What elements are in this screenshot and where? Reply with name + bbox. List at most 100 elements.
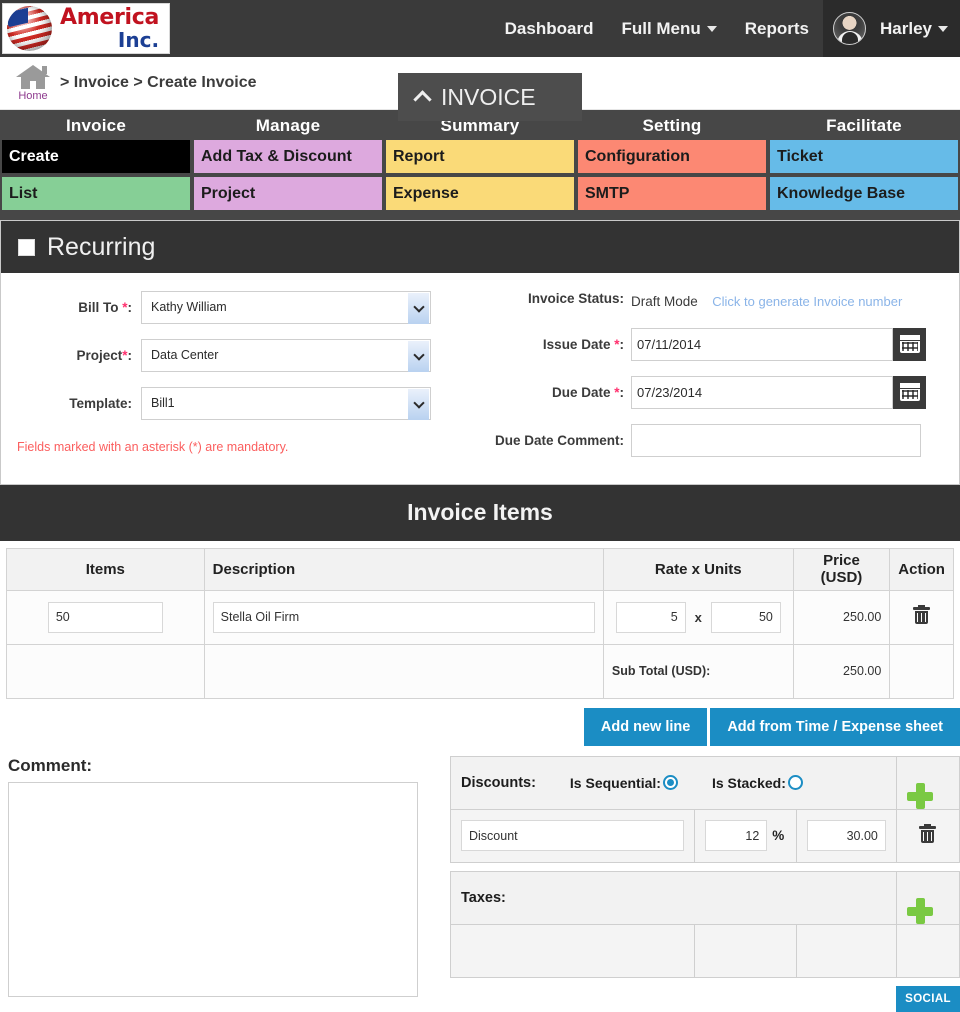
nav-reports[interactable]: Reports [731, 0, 823, 57]
tax-name-cell [451, 924, 695, 977]
discounts-table: Discounts: Is Sequential: Is Stacked: [450, 756, 960, 863]
home-link[interactable]: Home [12, 65, 54, 102]
delete-discount-icon[interactable] [920, 826, 935, 843]
recurring-checkbox[interactable] [18, 239, 35, 256]
nav-item-configuration[interactable]: Configuration [578, 140, 766, 173]
comment-textarea[interactable] [8, 782, 418, 997]
col-items: Items [7, 548, 205, 590]
add-tax-cell [896, 871, 959, 924]
invoice-section-tab[interactable]: INVOICE [398, 73, 582, 121]
chevron-down-icon [707, 26, 717, 32]
nav-item-expense[interactable]: Expense [386, 177, 574, 210]
cell-description: Stella Oil Firm [204, 590, 603, 644]
social-badge[interactable]: SOCIAL [896, 986, 960, 1012]
subtotal-value: 250.00 [793, 644, 890, 698]
due-date-label-text: Due Date [552, 385, 611, 400]
discount-amount-input[interactable]: 30.00 [807, 820, 886, 851]
invoice-status-value: Draft Mode [631, 294, 698, 309]
invoice-items-table-wrap: Items Description Rate x Units Price (US… [0, 541, 960, 699]
is-stacked-label: Is Stacked: [712, 775, 786, 791]
bill-to-label-text: Bill To [78, 300, 118, 315]
issue-date-field: 07/11/2014 [631, 328, 926, 361]
invoice-status-label: Invoice Status: [461, 291, 631, 306]
user-menu[interactable]: Harley [823, 0, 960, 57]
nav-item-project[interactable]: Project [194, 177, 382, 210]
discount-percent-input[interactable]: 12 [705, 820, 767, 851]
nav-full-menu[interactable]: Full Menu [607, 0, 730, 57]
cell-item: 50 [7, 590, 205, 644]
item-rate-input[interactable]: 5 [616, 602, 686, 633]
issue-date-input[interactable]: 07/11/2014 [631, 328, 893, 361]
nav-group-invoice: Invoice [0, 116, 192, 136]
discount-amount-cell: 30.00 [797, 809, 897, 862]
add-discount-cell [896, 756, 959, 809]
add-new-line-button[interactable]: Add new line [584, 708, 707, 746]
discount-name-input[interactable]: Discount [461, 820, 684, 851]
bill-to-label: Bill To *: [1, 300, 141, 315]
form-left-column: Bill To *: Kathy William Project*: Data … [1, 291, 461, 472]
due-date-calendar-button[interactable] [893, 376, 926, 409]
col-price: Price (USD) [793, 548, 890, 590]
brand-text: America Inc. [60, 7, 159, 50]
due-date-input[interactable]: 07/23/2014 [631, 376, 893, 409]
generate-invoice-number-link[interactable]: Click to generate Invoice number [712, 294, 902, 309]
invoice-items-title: Invoice Items [0, 485, 960, 541]
breadcrumb: Home > Invoice > Create Invoice INVOICE [0, 57, 960, 110]
chevron-down-icon[interactable] [408, 293, 429, 324]
breadcrumb-path: > Invoice > Create Invoice [60, 74, 257, 92]
subtotal-spacer-2 [204, 644, 603, 698]
nav-item-add-tax-discount[interactable]: Add Tax & Discount [194, 140, 382, 173]
is-stacked-option[interactable]: Is Stacked: [712, 775, 803, 791]
calendar-icon [900, 335, 920, 353]
item-units-input[interactable]: 50 [711, 602, 781, 633]
nav-item-smtp[interactable]: SMTP [578, 177, 766, 210]
home-label: Home [12, 90, 54, 102]
nav-item-report[interactable]: Report [386, 140, 574, 173]
project-select[interactable]: Data Center [141, 339, 431, 372]
chevron-down-icon[interactable] [408, 389, 429, 420]
calendar-icon [900, 383, 920, 401]
item-description-input[interactable]: Stella Oil Firm [213, 602, 595, 633]
required-asterisk: * [122, 348, 127, 363]
discount-percent-cell: 12 % [695, 809, 797, 862]
delete-item-icon[interactable] [914, 607, 929, 624]
item-quantity-input[interactable]: 50 [48, 602, 163, 633]
due-date-label: Due Date *: [461, 385, 631, 400]
add-from-time-expense-sheet-button[interactable]: Add from Time / Expense sheet [710, 708, 960, 746]
nav-item-ticket[interactable]: Ticket [770, 140, 958, 173]
taxes-title: Taxes: [461, 890, 506, 906]
bill-to-select[interactable]: Kathy William [141, 291, 431, 324]
invoice-form-body: Bill To *: Kathy William Project*: Data … [1, 273, 959, 484]
is-stacked-radio[interactable] [788, 775, 803, 790]
issue-date-calendar-button[interactable] [893, 328, 926, 361]
chevron-up-icon [413, 90, 431, 108]
nav-dashboard[interactable]: Dashboard [491, 0, 608, 57]
template-row: Template: Bill1 [1, 387, 461, 420]
top-navigation: Dashboard Full Menu Reports Harley [491, 0, 960, 57]
invoice-form-panel: Recurring Bill To *: Kathy William Proje… [0, 220, 960, 485]
chevron-down-icon[interactable] [408, 341, 429, 372]
taxes-header-row: Taxes: [451, 871, 960, 924]
is-sequential-radio[interactable] [663, 775, 678, 790]
taxes-header-cell: Taxes: [451, 871, 897, 924]
nav-item-knowledge-base[interactable]: Knowledge Base [770, 177, 958, 210]
is-sequential-option[interactable]: Is Sequential: [570, 775, 678, 791]
items-action-buttons: Add new line Add from Time / Expense she… [0, 699, 960, 746]
invoice-status-content: Draft Mode Click to generate Invoice num… [631, 291, 902, 313]
template-select[interactable]: Bill1 [141, 387, 431, 420]
due-date-row: Due Date *: 07/23/2014 [461, 376, 959, 409]
nav-item-create[interactable]: Create [2, 140, 190, 173]
mandatory-fields-note: Fields marked with an asterisk (*) are m… [1, 440, 461, 454]
col-rate-units: Rate x Units [603, 548, 793, 590]
nav-item-list[interactable]: List [2, 177, 190, 210]
due-date-comment-input[interactable] [631, 424, 921, 457]
subtotal-spacer-3 [890, 644, 954, 698]
invoice-tab-label: INVOICE [441, 84, 536, 111]
nav-group-facilitate: Facilitate [768, 116, 960, 136]
subtotal-label: Sub Total (USD): [603, 644, 793, 698]
multiply-sign: x [695, 610, 702, 625]
discount-name-cell: Discount [451, 809, 695, 862]
brand-logo[interactable]: America Inc. [2, 3, 170, 54]
issue-date-label: Issue Date *: [461, 337, 631, 352]
rate-units-group: 5 x 50 [612, 602, 785, 633]
